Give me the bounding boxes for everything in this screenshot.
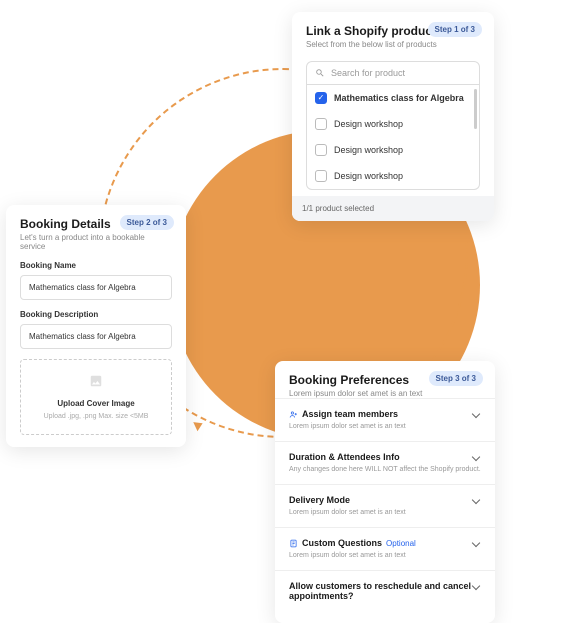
pref-reschedule[interactable]: Allow customers to reschedule and cancel… — [275, 570, 495, 611]
search-input[interactable]: Search for product — [306, 61, 480, 85]
pref-custom-questions[interactable]: Custom Questions Optional Lorem ipsum dol… — [275, 527, 495, 570]
scrollbar[interactable] — [474, 89, 477, 129]
list-item[interactable]: Design workshop — [307, 137, 479, 163]
upload-dropzone[interactable]: Upload Cover Image Upload .jpg, .png Max… — [20, 359, 172, 435]
step-badge: Step 1 of 3 — [428, 22, 482, 37]
checkbox[interactable] — [315, 118, 327, 130]
chevron-down-icon — [473, 540, 481, 548]
booking-desc-label: Booking Description — [20, 310, 172, 319]
upload-label: Upload Cover Image — [29, 399, 163, 408]
pref-title-text: Duration & Attendees Info — [289, 452, 400, 462]
list-item[interactable]: Design workshop — [307, 163, 479, 189]
list-item-label: Mathematics class for Algebra — [334, 93, 464, 103]
user-plus-icon — [289, 410, 298, 419]
chevron-down-icon — [473, 454, 481, 462]
search-placeholder: Search for product — [331, 68, 405, 78]
pref-subtitle: Lorem ipsum dolor set amet is an text — [289, 551, 481, 560]
pref-delivery[interactable]: Delivery Mode Lorem ipsum dolor set amet… — [275, 484, 495, 527]
search-icon — [315, 68, 325, 78]
pref-assign-team[interactable]: Assign team members Lorem ipsum dolor se… — [275, 398, 495, 441]
checkbox[interactable] — [315, 170, 327, 182]
step1-card: Step 1 of 3 Link a Shopify product Selec… — [292, 12, 494, 221]
card-subtitle: Select from the below list of products — [306, 40, 480, 49]
pref-title-text: Allow customers to reschedule and cancel… — [289, 581, 481, 601]
selection-count: 1/1 product selected — [292, 196, 494, 221]
booking-desc-input[interactable]: Mathematics class for Algebra — [20, 324, 172, 349]
card-subtitle: Lorem ipsum dolor set amet is an text — [289, 389, 481, 398]
step2-card: Step 2 of 3 Booking Details Let's turn a… — [6, 205, 186, 447]
pref-subtitle: Any changes done here WILL NOT affect th… — [289, 465, 481, 474]
checkbox-checked[interactable] — [315, 92, 327, 104]
list-item-label: Design workshop — [334, 171, 403, 181]
list-item-label: Design workshop — [334, 145, 403, 155]
image-icon — [89, 374, 103, 388]
arrow-icon — [193, 419, 204, 431]
step3-card: Step 3 of 3 Booking Preferences Lorem ip… — [275, 361, 495, 623]
upload-hint: Upload .jpg, .png Max. size <5MB — [29, 413, 163, 420]
chevron-down-icon — [473, 411, 481, 419]
step-badge: Step 2 of 3 — [120, 215, 174, 230]
checkbox[interactable] — [315, 144, 327, 156]
list-item-label: Design workshop — [334, 119, 403, 129]
pref-duration[interactable]: Duration & Attendees Info Any changes do… — [275, 441, 495, 484]
list-item[interactable]: Design workshop — [307, 111, 479, 137]
chevron-down-icon — [473, 583, 481, 591]
pref-subtitle: Lorem ipsum dolor set amet is an text — [289, 422, 481, 431]
product-list: Mathematics class for Algebra Design wor… — [306, 85, 480, 190]
card-subtitle: Let's turn a product into a bookable ser… — [20, 233, 172, 251]
list-item[interactable]: Mathematics class for Algebra — [307, 85, 479, 111]
optional-label: Optional — [386, 539, 416, 548]
pref-title-text: Custom Questions — [302, 538, 382, 548]
step-badge: Step 3 of 3 — [429, 371, 483, 386]
booking-name-input[interactable]: Mathematics class for Algebra — [20, 275, 172, 300]
document-icon — [289, 539, 298, 548]
pref-title-text: Delivery Mode — [289, 495, 350, 505]
booking-name-label: Booking Name — [20, 261, 172, 270]
pref-title-text: Assign team members — [302, 409, 398, 419]
chevron-down-icon — [473, 497, 481, 505]
pref-subtitle: Lorem ipsum dolor set amet is an text — [289, 508, 481, 517]
